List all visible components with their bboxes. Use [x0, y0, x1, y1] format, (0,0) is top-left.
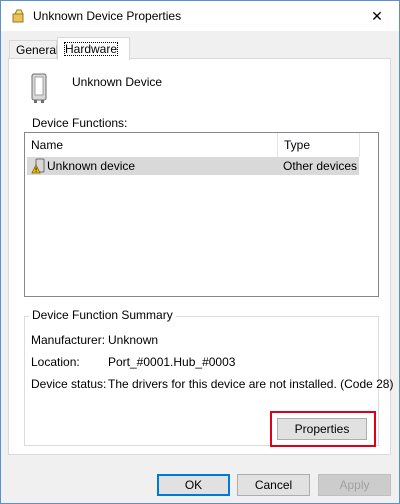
close-button[interactable]: ✕ [355, 1, 399, 31]
device-status-label: Device status: [31, 377, 107, 391]
summary-title: Device Function Summary [29, 308, 176, 322]
close-icon: ✕ [371, 7, 383, 24]
ok-button[interactable]: OK [157, 474, 230, 496]
tab-hardware-label: Hardware [64, 42, 119, 56]
location-label: Location: [31, 355, 80, 369]
row-device-type: Other devices [283, 159, 358, 173]
apply-button[interactable]: Apply [318, 474, 391, 496]
row-device-name: Unknown device [47, 159, 136, 173]
tab-general[interactable]: General [9, 40, 59, 59]
list-item[interactable]: Unknown device Other devices [27, 157, 359, 175]
tab-hardware[interactable]: Hardware [57, 37, 130, 60]
manufacturer-label: Manufacturer: [31, 333, 106, 347]
device-functions-label: Device Functions: [32, 116, 128, 130]
device-functions-list[interactable]: Name Type Unknown device Other devices [24, 132, 379, 297]
properties-icon [12, 9, 24, 23]
properties-button[interactable]: Properties [277, 418, 367, 440]
list-header: Name Type [25, 133, 378, 157]
cancel-button[interactable]: Cancel [237, 474, 310, 496]
location-value: Port_#0001.Hub_#0003 [108, 355, 236, 369]
column-header-type[interactable]: Type [278, 133, 360, 157]
column-header-name[interactable]: Name [25, 133, 278, 157]
device-status-value: The drivers for this device are not inst… [108, 377, 394, 391]
manufacturer-value: Unknown [108, 333, 159, 347]
generic-device-icon [31, 73, 47, 103]
window-title: Unknown Device Properties [33, 9, 182, 23]
device-name: Unknown Device [72, 75, 163, 89]
title-bar: Unknown Device Properties ✕ [1, 1, 399, 31]
warning-device-icon [31, 158, 45, 174]
